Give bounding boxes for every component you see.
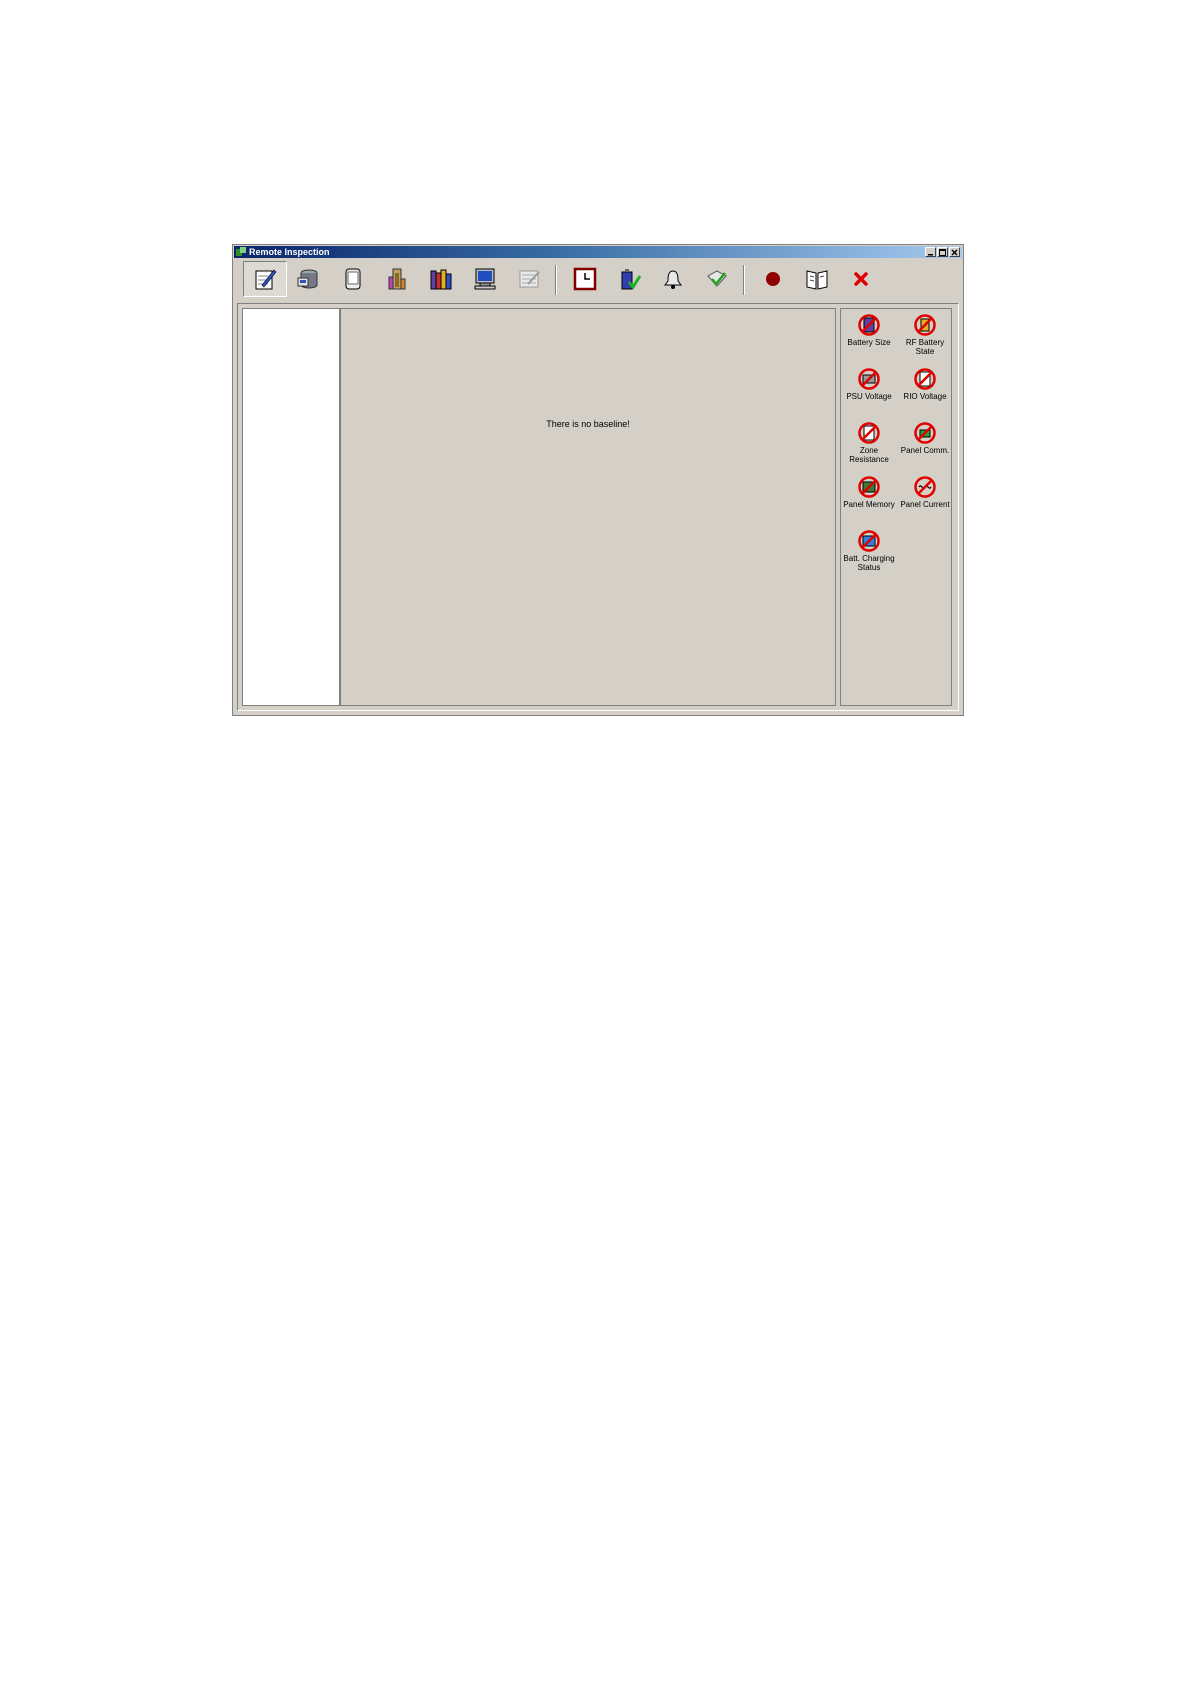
panel-comm-icon (914, 422, 936, 444)
main-pane: There is no baseline! (340, 308, 836, 706)
stop-record-icon (766, 272, 780, 286)
database-icon (297, 269, 318, 289)
check-label: Batt. Charging Status (843, 554, 895, 572)
check-label: Zone Resistance (849, 446, 889, 464)
toolbar-button-exit[interactable] (839, 261, 883, 297)
toolbar-button-help[interactable] (795, 261, 839, 297)
title-bar[interactable]: Remote Inspection (234, 246, 962, 258)
book-open-icon (806, 270, 828, 290)
batt-charging-status-icon (858, 530, 880, 552)
no-baseline-message: There is no baseline! (546, 419, 630, 429)
psu-voltage-icon (858, 368, 880, 390)
toolbar-button-time[interactable] (563, 261, 607, 297)
checks-pane: Battery Size RF Battery State PSU Voltag (840, 308, 952, 706)
check-panel-comm[interactable]: Panel Comm. (897, 421, 953, 455)
window-controls (925, 247, 960, 257)
check-label: Battery Size (847, 338, 891, 347)
toolbar-button-device[interactable] (331, 261, 375, 297)
inspection-form-icon (519, 270, 540, 288)
check-battery-size[interactable]: Battery Size (841, 313, 897, 347)
check-label: Panel Comm. (900, 446, 950, 455)
panel-memory-icon (858, 476, 880, 498)
maximize-button[interactable] (937, 247, 948, 257)
check-batt-charging-status[interactable]: Batt. Charging Status (841, 529, 897, 572)
toolbar-separator (555, 265, 557, 295)
books-icon (430, 269, 452, 290)
minimize-button[interactable] (925, 247, 936, 257)
toolbar-button-library[interactable] (419, 261, 463, 297)
bell-icon (664, 270, 682, 289)
toolbar-button-stop[interactable] (751, 261, 795, 297)
remote-inspection-window: Remote Inspection There is no baseline! … (232, 244, 964, 716)
tree-pane[interactable] (242, 308, 340, 706)
toolbar-button-database[interactable] (287, 261, 331, 297)
toolbar-button-tools[interactable] (375, 261, 419, 297)
toolbar-separator (743, 265, 745, 295)
toolbar (243, 261, 943, 299)
toolbar-button-signal[interactable] (695, 261, 739, 297)
client-area: There is no baseline! Battery Size RF Ba… (237, 303, 959, 711)
check-label: PSU Voltage (846, 392, 892, 401)
check-label: RF Battery State (905, 338, 945, 356)
flask-tool-icon (388, 268, 406, 290)
check-panel-memory[interactable]: Panel Memory (841, 475, 897, 509)
toolbar-button-inspection-form[interactable] (507, 261, 551, 297)
check-label: Panel Current (900, 500, 950, 509)
toolbar-button-alarm[interactable] (651, 261, 695, 297)
check-label: Panel Memory (843, 500, 895, 509)
battery-check-icon (621, 269, 642, 290)
zone-resistance-icon (858, 422, 880, 444)
battery-size-icon (858, 314, 880, 336)
check-panel-current[interactable]: Panel Current (897, 475, 953, 509)
check-rio-voltage[interactable]: RIO Voltage (897, 367, 953, 401)
toolbar-button-computer[interactable] (463, 261, 507, 297)
minimize-icon (928, 253, 933, 255)
clock-icon (573, 267, 597, 291)
computer-icon (474, 268, 496, 290)
close-icon (951, 249, 958, 255)
rio-voltage-icon (914, 368, 936, 390)
check-label: RIO Voltage (903, 392, 947, 401)
maximize-icon (939, 248, 946, 256)
check-psu-voltage[interactable]: PSU Voltage (841, 367, 897, 401)
panel-current-icon (914, 476, 936, 498)
notepad-pen-icon (255, 269, 277, 290)
signal-check-icon (707, 270, 727, 287)
check-zone-resistance[interactable]: Zone Resistance (841, 421, 897, 464)
close-button[interactable] (949, 247, 960, 257)
app-icon (236, 247, 246, 256)
toolbar-button-notes[interactable] (243, 261, 287, 297)
rf-battery-state-icon (914, 314, 936, 336)
device-panel-icon (345, 268, 361, 290)
close-x-icon (854, 272, 868, 286)
window-title: Remote Inspection (249, 247, 330, 257)
toolbar-button-battery[interactable] (607, 261, 651, 297)
check-rf-battery-state[interactable]: RF Battery State (897, 313, 953, 356)
